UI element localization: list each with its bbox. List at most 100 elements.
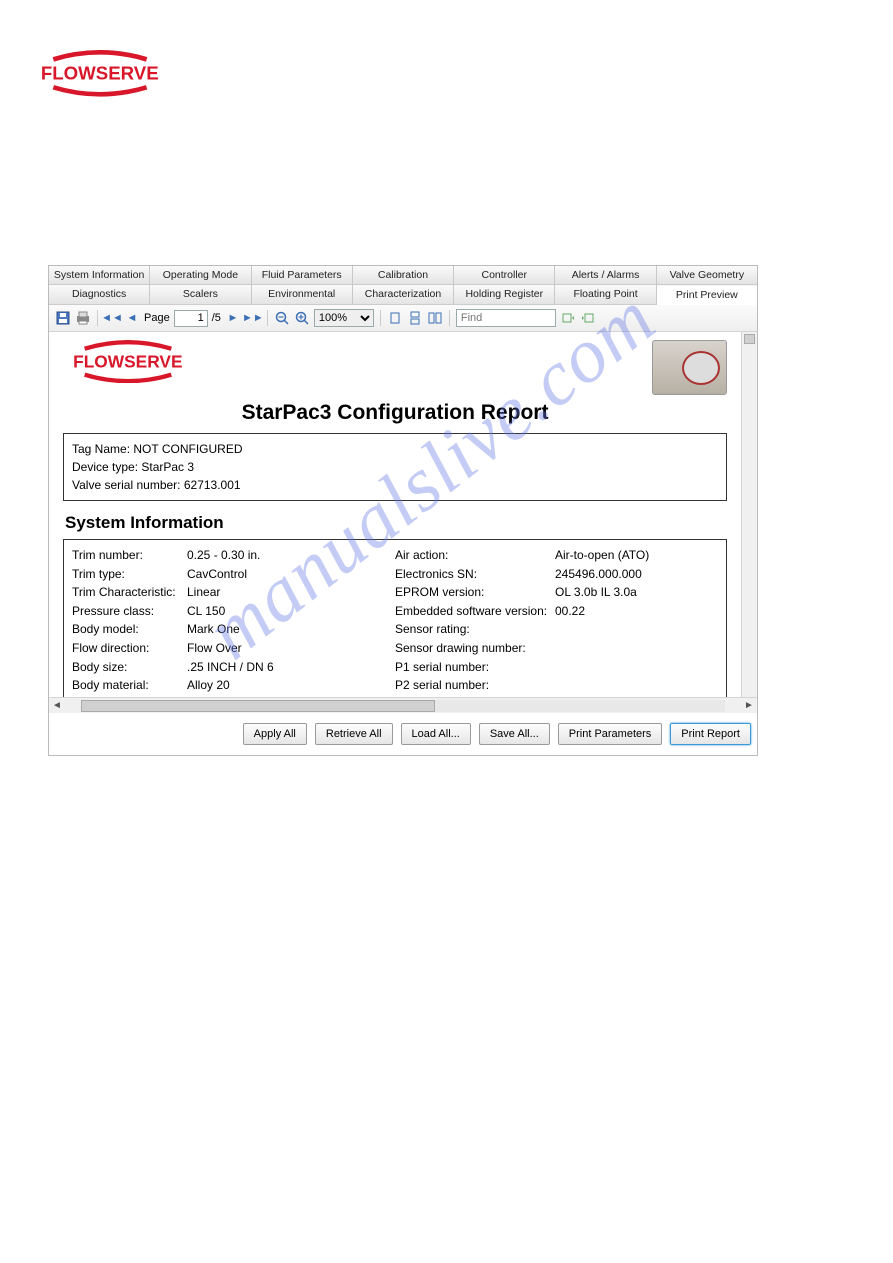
save-icon[interactable]: [55, 310, 71, 326]
info-label: P2 serial number:: [395, 676, 555, 695]
info-col-right: Air action:Air-to-open (ATO)Electronics …: [395, 546, 718, 697]
vertical-scrollbar[interactable]: [741, 332, 757, 697]
print-parameters-button[interactable]: Print Parameters: [558, 723, 663, 745]
tag-name-value: NOT CONFIGURED: [133, 442, 242, 456]
info-value: .25 INCH / DN 6: [187, 658, 274, 677]
info-row: P1 serial number:: [395, 658, 718, 677]
page-total: /5: [212, 312, 221, 324]
first-page-icon[interactable]: ◄◄: [104, 310, 120, 326]
scrollbar-thumb[interactable]: [744, 334, 755, 344]
info-value: AFPI: [187, 695, 214, 697]
info-row: Flow direction:Flow Over: [72, 639, 395, 658]
tabs-row-2: DiagnosticsScalersEnvironmentalCharacter…: [49, 285, 757, 305]
info-value: Linear: [187, 583, 220, 602]
device-image: [652, 340, 727, 395]
separator: [97, 310, 98, 326]
info-label: Sensor rating:: [395, 620, 555, 639]
hscroll-track[interactable]: [81, 700, 725, 712]
apply-all-button[interactable]: Apply All: [243, 723, 307, 745]
info-label: P1 serial number:: [395, 658, 555, 677]
info-value: Alloy 20: [187, 676, 230, 695]
tab-operating-mode[interactable]: Operating Mode: [150, 266, 251, 284]
info-row: P2 serial number:: [395, 676, 718, 695]
info-value: 00.22: [555, 602, 585, 621]
zoom-select[interactable]: 100%: [314, 309, 374, 327]
last-page-icon[interactable]: ►►: [245, 310, 261, 326]
info-value: 245496.000.000: [555, 565, 642, 584]
page-label: Page: [144, 312, 170, 324]
info-row: Body model:Mark One: [72, 620, 395, 639]
layout-multi-icon[interactable]: [427, 310, 443, 326]
prev-page-icon[interactable]: ◄: [124, 310, 140, 326]
zoom-in-icon[interactable]: [294, 310, 310, 326]
info-label: Packing:: [72, 695, 187, 697]
tab-environmental[interactable]: Environmental: [252, 285, 353, 304]
info-label: Trim type:: [72, 565, 187, 584]
device-type-label: Device type:: [72, 460, 138, 474]
separator: [267, 310, 268, 326]
info-label: Trim Characteristic:: [72, 583, 187, 602]
layout-continuous-icon[interactable]: [407, 310, 423, 326]
scroll-right-icon[interactable]: ►: [741, 700, 757, 711]
tag-name-label: Tag Name:: [72, 442, 130, 456]
info-row: Packing:AFPI: [72, 695, 395, 697]
hscroll-thumb[interactable]: [81, 700, 435, 712]
horizontal-scrollbar[interactable]: ◄ ►: [49, 697, 757, 713]
info-value: CL 150: [187, 602, 225, 621]
next-page-icon[interactable]: ►: [225, 310, 241, 326]
info-label: Trim number:: [72, 546, 187, 565]
tab-diagnostics[interactable]: Diagnostics: [49, 285, 150, 304]
tab-print-preview[interactable]: Print Preview: [657, 286, 757, 305]
tab-controller[interactable]: Controller: [454, 266, 555, 284]
scroll-left-icon[interactable]: ◄: [49, 700, 65, 711]
info-value: 0.25 - 0.30 in.: [187, 546, 260, 565]
info-row: Trim number:0.25 - 0.30 in.: [72, 546, 395, 565]
info-label: Embedded software version:: [395, 602, 555, 621]
info-value: Flow Over: [187, 639, 242, 658]
load-all--button[interactable]: Load All...: [401, 723, 471, 745]
separator: [449, 310, 450, 326]
separator: [380, 310, 381, 326]
info-row: Air action:Air-to-open (ATO): [395, 546, 718, 565]
tab-scalers[interactable]: Scalers: [150, 285, 251, 304]
info-label: Electronics SN:: [395, 565, 555, 584]
info-row: Body material:Alloy 20: [72, 676, 395, 695]
info-row: Trim Characteristic:Linear: [72, 583, 395, 602]
tab-characterization[interactable]: Characterization: [353, 285, 454, 304]
info-row: Pressure class:CL 150: [72, 602, 395, 621]
tabs-row-1: System InformationOperating ModeFluid Pa…: [49, 266, 757, 285]
info-label: EPROM version:: [395, 583, 555, 602]
info-col-left: Trim number:0.25 - 0.30 in.Trim type:Cav…: [72, 546, 395, 697]
find-input[interactable]: [456, 309, 556, 327]
preview-toolbar: ◄◄ ◄ Page /5 ► ►► 100%: [49, 305, 757, 332]
find-next-icon[interactable]: [580, 310, 596, 326]
info-label: Body model:: [72, 620, 187, 639]
page-number-input[interactable]: [174, 310, 208, 327]
valve-sn-value: 62713.001: [184, 478, 241, 492]
find-prev-icon[interactable]: [560, 310, 576, 326]
layout-single-icon[interactable]: [387, 310, 403, 326]
info-row: P1 last calibrated:10/04/13: [395, 695, 718, 697]
tab-system-information[interactable]: System Information: [49, 266, 150, 284]
tab-calibration[interactable]: Calibration: [353, 266, 454, 284]
retrieve-all-button[interactable]: Retrieve All: [315, 723, 393, 745]
zoom-out-icon[interactable]: [274, 310, 290, 326]
print-icon[interactable]: [75, 310, 91, 326]
tab-alerts-alarms[interactable]: Alerts / Alarms: [555, 266, 656, 284]
report-title: StarPac3 Configuration Report: [63, 401, 727, 425]
save-all--button[interactable]: Save All...: [479, 723, 550, 745]
info-label: Flow direction:: [72, 639, 187, 658]
info-row: Electronics SN:245496.000.000: [395, 565, 718, 584]
tab-holding-register[interactable]: Holding Register: [454, 285, 555, 304]
tab-fluid-parameters[interactable]: Fluid Parameters: [252, 266, 353, 284]
tab-valve-geometry[interactable]: Valve Geometry: [657, 266, 757, 284]
info-label: Pressure class:: [72, 602, 187, 621]
info-value: CavControl: [187, 565, 247, 584]
tab-floating-point[interactable]: Floating Point: [555, 285, 656, 304]
footer-buttons: Apply All Retrieve All Load All... Save All…: [49, 713, 757, 755]
system-info-box: Trim number:0.25 - 0.30 in.Trim type:Cav…: [63, 539, 727, 697]
report-header-box: Tag Name: NOT CONFIGURED Device type: St…: [63, 433, 727, 501]
svg-text:FLOWSERVE: FLOWSERVE: [73, 351, 182, 371]
svg-text:FLOWSERVE: FLOWSERVE: [41, 63, 159, 84]
print-report-button[interactable]: Print Report: [670, 723, 751, 745]
